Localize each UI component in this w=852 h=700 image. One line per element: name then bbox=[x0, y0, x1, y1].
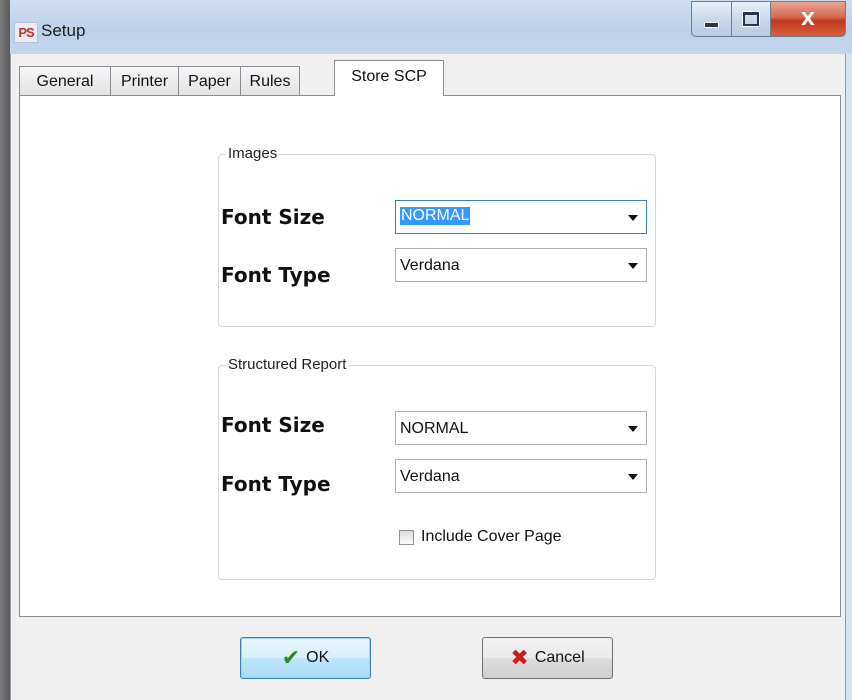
cancel-button-label: Cancel bbox=[534, 649, 585, 666]
include-cover-page-label: Include Cover Page bbox=[421, 528, 562, 545]
images-font-size-combo[interactable]: NORMAL bbox=[395, 200, 647, 234]
tab-panel-store-scp: Images Font Size NORMAL Font Type Verdan… bbox=[19, 95, 841, 617]
chevron-down-icon bbox=[628, 215, 638, 221]
maximize-button[interactable] bbox=[732, 1, 771, 37]
minimize-icon bbox=[704, 22, 719, 28]
close-icon: X bbox=[801, 8, 815, 30]
images-font-type-combo[interactable]: Verdana bbox=[395, 248, 647, 282]
images-font-type-label: Font Type bbox=[221, 263, 331, 287]
ok-button[interactable]: ✔ OK bbox=[240, 637, 371, 679]
chevron-down-icon bbox=[628, 474, 638, 480]
minimize-button[interactable] bbox=[691, 1, 732, 37]
tab-paper[interactable]: Paper bbox=[178, 66, 241, 96]
cancel-x-icon: ✖ bbox=[510, 645, 529, 671]
cancel-button[interactable]: ✖ Cancel bbox=[482, 637, 613, 679]
checkbox-box[interactable] bbox=[399, 529, 414, 545]
tab-printer[interactable]: Printer bbox=[110, 66, 179, 96]
images-group-legend: Images bbox=[226, 145, 280, 162]
tab-rules[interactable]: Rules bbox=[240, 66, 300, 96]
sr-font-type-combo[interactable]: Verdana bbox=[395, 459, 647, 493]
chevron-down-icon bbox=[628, 426, 638, 432]
window-title: Setup bbox=[41, 21, 86, 40]
images-font-size-value: NORMAL bbox=[400, 207, 471, 225]
images-group: Images Font Size NORMAL Font Type Verdan… bbox=[218, 145, 656, 327]
maximize-icon bbox=[743, 12, 759, 26]
dialog-client-area: General Printer Paper Rules Store SCP Im… bbox=[10, 54, 846, 700]
window-controls: X bbox=[691, 1, 846, 37]
sr-font-type-value: Verdana bbox=[400, 468, 460, 485]
chevron-down-icon bbox=[628, 263, 638, 269]
include-cover-page-checkbox[interactable]: Include Cover Page bbox=[399, 528, 562, 546]
tab-general[interactable]: General bbox=[19, 66, 111, 96]
app-logo-icon: PS bbox=[14, 22, 38, 43]
setup-dialog: PS Setup X General Printer Paper Rules S… bbox=[10, 0, 852, 700]
title-bar[interactable]: PS Setup X bbox=[10, 0, 852, 54]
structured-report-group-legend: Structured Report bbox=[226, 356, 349, 373]
images-font-size-label: Font Size bbox=[221, 205, 325, 229]
ok-button-label: OK bbox=[306, 649, 330, 666]
tab-store-scp[interactable]: Store SCP bbox=[334, 60, 444, 96]
background-desktop bbox=[0, 0, 10, 700]
close-button[interactable]: X bbox=[771, 1, 846, 37]
images-font-type-value: Verdana bbox=[400, 257, 460, 274]
sr-font-size-combo[interactable]: NORMAL bbox=[395, 411, 647, 445]
structured-report-group: Structured Report Font Size NORMAL Font … bbox=[218, 356, 656, 580]
checkmark-icon: ✔ bbox=[281, 645, 301, 671]
sr-font-type-label: Font Type bbox=[221, 472, 331, 496]
sr-font-size-value: NORMAL bbox=[400, 420, 469, 437]
sr-font-size-label: Font Size bbox=[221, 413, 325, 437]
